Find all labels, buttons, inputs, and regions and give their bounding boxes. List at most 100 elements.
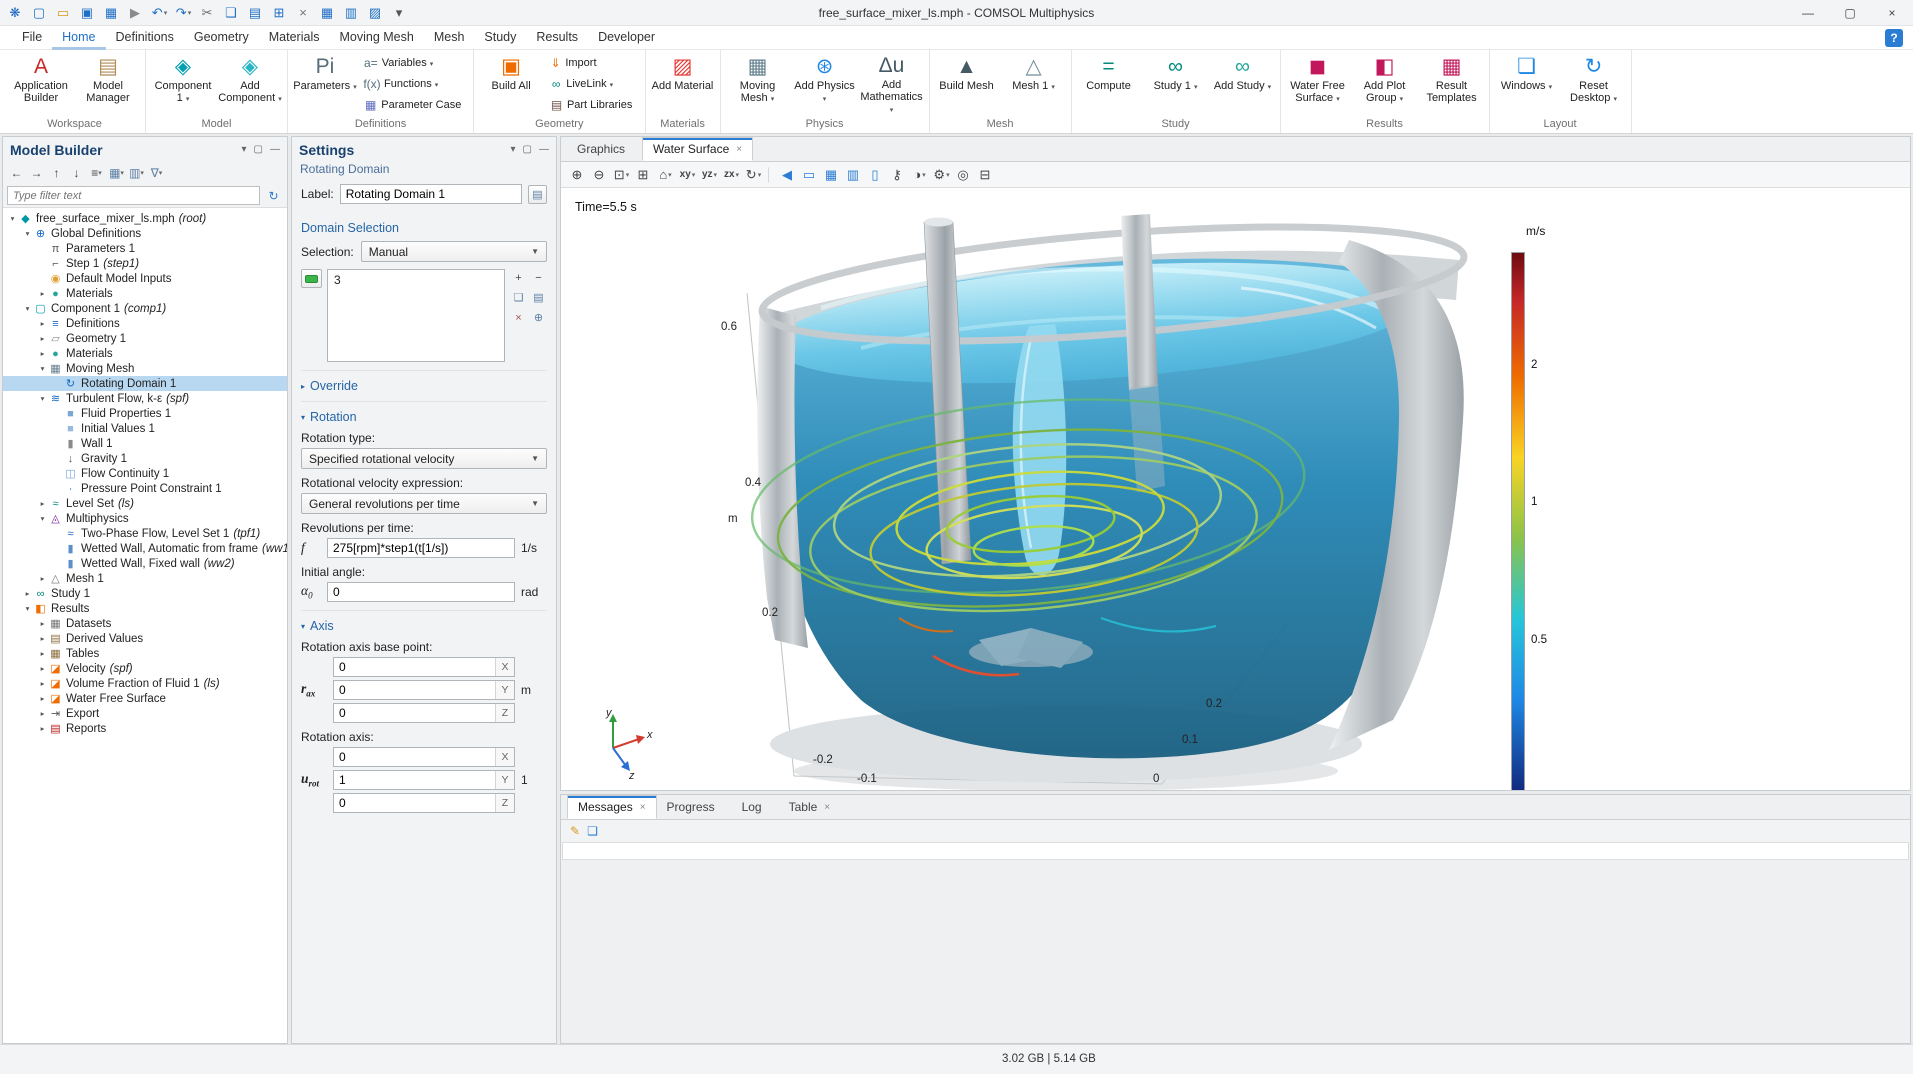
ribbon-button[interactable]: ◈ Component 1 ▾ <box>151 52 215 116</box>
tree-expander-icon[interactable]: ▸ <box>37 649 48 658</box>
graphics-tool[interactable]: ▦ <box>821 164 842 186</box>
tree-expander-icon[interactable]: ▾ <box>7 214 18 223</box>
titlebar-tool[interactable]: ▢ <box>28 2 51 24</box>
refresh-icon[interactable]: ↻ <box>264 186 283 205</box>
ribbon-button[interactable]: ▦ Moving Mesh ▾ <box>726 52 790 116</box>
revolutions-input[interactable] <box>327 538 515 558</box>
tree-item[interactable]: ▾ ≋ Turbulent Flow, k-ε (spf) <box>3 391 287 406</box>
ribbon-button[interactable]: ▲ Build Mesh <box>935 52 999 116</box>
tree-expander-icon[interactable]: ▸ <box>37 634 48 643</box>
messages-tool[interactable]: ✎ <box>570 824 580 838</box>
tree-expander-icon[interactable]: ▸ <box>37 499 48 508</box>
toolbar-button[interactable]: ▥▾ <box>127 164 146 183</box>
tree-item[interactable]: π Parameters 1 <box>3 241 287 256</box>
graphics-tool[interactable]: ↻▾ <box>743 164 764 186</box>
graphics-tool[interactable] <box>768 167 773 183</box>
panel-menu-icon[interactable]: ▾ <box>242 144 247 155</box>
tree-expander-icon[interactable]: ▸ <box>37 664 48 673</box>
tree-expander-icon[interactable]: ▸ <box>37 679 48 688</box>
titlebar-tool[interactable]: ✂ <box>196 2 219 24</box>
ribbon-button[interactable]: ∞ Add Study ▾ <box>1211 52 1275 116</box>
graphics-tool[interactable]: xy▾ <box>677 164 698 186</box>
tree-item[interactable]: ▾ ◬ Multiphysics <box>3 511 287 526</box>
tree-expander-icon[interactable]: ▸ <box>37 709 48 718</box>
selection-button[interactable]: + <box>510 269 527 286</box>
titlebar-tool[interactable]: × <box>292 2 315 24</box>
selection-listbox[interactable]: 3 <box>327 269 505 362</box>
toolbar-button[interactable]: ← <box>7 164 26 183</box>
float-panel-icon[interactable]: ▢ <box>254 144 263 155</box>
menu-item[interactable]: Materials <box>259 26 330 50</box>
tree-item[interactable]: ▾ ▦ Moving Mesh <box>3 361 287 376</box>
axis-header[interactable]: ▾ Axis <box>301 619 547 633</box>
menu-item[interactable]: File <box>12 26 52 50</box>
tree-item[interactable]: ▸ ∞ Study 1 <box>3 586 287 601</box>
tree-expander-icon[interactable]: ▸ <box>37 619 48 628</box>
titlebar-tool[interactable]: ▦ <box>100 2 123 24</box>
titlebar-tool[interactable]: ▭ <box>52 2 75 24</box>
ribbon-button[interactable]: ❏ Windows ▾ <box>1495 52 1559 116</box>
tree-item[interactable]: ▸ ▦ Tables <box>3 646 287 661</box>
tree-expander-icon[interactable]: ▾ <box>37 514 48 523</box>
help-icon[interactable]: ? <box>1885 29 1903 47</box>
titlebar-tool[interactable]: ❏ <box>220 2 243 24</box>
tree-item[interactable]: ↓ Gravity 1 <box>3 451 287 466</box>
ribbon-button[interactable]: △ Mesh 1 ▾ <box>1002 52 1066 116</box>
information-tab[interactable]: Log <box>732 795 779 819</box>
tree-item[interactable]: ▸ ◪ Water Free Surface <box>3 691 287 706</box>
tree-item[interactable]: ∙ Pressure Point Constraint 1 <box>3 481 287 496</box>
titlebar-tool[interactable]: ▶ <box>124 2 147 24</box>
selection-button[interactable]: ⊕ <box>530 309 547 326</box>
selection-button[interactable]: ▤ <box>530 289 547 306</box>
selection-list-icon[interactable]: ▤ <box>528 185 547 204</box>
graphics-tool[interactable]: ◀ <box>777 164 798 186</box>
toolbar-button[interactable]: ↓ <box>67 164 86 183</box>
tree-item[interactable]: ▸ ≡ Definitions <box>3 316 287 331</box>
tree-item[interactable]: ▸ ⇥ Export <box>3 706 287 721</box>
ribbon-button[interactable]: ▨ Add Material <box>651 52 715 116</box>
ribbon-button[interactable]: ⇓ Import <box>546 52 605 73</box>
toolbar-button[interactable]: ∇▾ <box>147 164 166 183</box>
selection-dropdown[interactable]: Manual ▼ <box>361 241 547 262</box>
tree-expander-icon[interactable]: ▸ <box>37 724 48 733</box>
ribbon-button[interactable]: a= Variables ▾ <box>360 52 440 73</box>
float-panel-icon[interactable]: ▢ <box>523 144 532 155</box>
titlebar-tool[interactable]: ▨ <box>364 2 387 24</box>
tree-expander-icon[interactable]: ▸ <box>37 334 48 343</box>
node-label-input[interactable] <box>340 184 522 204</box>
selection-list-item[interactable]: 3 <box>334 273 498 287</box>
graphics-tool[interactable]: ⌂▾ <box>655 164 676 186</box>
titlebar-tool[interactable]: ▾ <box>388 2 411 24</box>
tree-item[interactable]: ▸ ● Materials <box>3 286 287 301</box>
ribbon-button[interactable]: A Application Builder <box>9 52 73 116</box>
tree-expander-icon[interactable]: ▸ <box>37 694 48 703</box>
tree-item[interactable]: ▸ ≈ Level Set (ls) <box>3 496 287 511</box>
close-icon[interactable]: × <box>640 802 646 813</box>
tree-item[interactable]: ▸ ◪ Volume Fraction of Fluid 1 (ls) <box>3 676 287 691</box>
tree-item[interactable]: ▸ ◪ Velocity (spf) <box>3 661 287 676</box>
titlebar-tool[interactable]: ⊞ <box>268 2 291 24</box>
toolbar-button[interactable]: → <box>27 164 46 183</box>
menu-item[interactable]: Home <box>52 26 105 50</box>
tree-item[interactable]: ■ Fluid Properties 1 <box>3 406 287 421</box>
graphics-tool[interactable]: ⊡▾ <box>611 164 632 186</box>
titlebar-tool[interactable]: ▣ <box>76 2 99 24</box>
tree-expander-icon[interactable]: ▸ <box>37 349 48 358</box>
titlebar-tool[interactable]: ↶▾ <box>148 2 171 24</box>
titlebar-tool[interactable]: ▤ <box>244 2 267 24</box>
tree-expander-icon[interactable]: ▾ <box>22 604 33 613</box>
tree-expander-icon[interactable]: ▾ <box>22 304 33 313</box>
tree-item[interactable]: ◫ Flow Continuity 1 <box>3 466 287 481</box>
graphics-tool[interactable]: ◑▾ <box>909 164 930 186</box>
information-tab[interactable]: Messages × <box>567 795 657 819</box>
information-tab[interactable]: Table × <box>779 795 841 819</box>
tree-item[interactable]: ▮ Wetted Wall, Fixed wall (ww2) <box>3 556 287 571</box>
graphics-canvas[interactable]: Time=5.5 s m/s 210.5 0.60.4m0.2-0.2-0.10… <box>561 188 1910 790</box>
tree-expander-icon[interactable]: ▾ <box>22 229 33 238</box>
ribbon-button[interactable]: ⊛ Add Physics ▾ <box>793 52 857 116</box>
close-icon[interactable]: × <box>824 802 830 813</box>
graphics-tool[interactable]: ⚷ <box>887 164 908 186</box>
minimize-panel-icon[interactable]: — <box>539 144 549 155</box>
tree-item[interactable]: ≈ Two-Phase Flow, Level Set 1 (tpf1) <box>3 526 287 541</box>
panel-menu-icon[interactable]: ▾ <box>511 144 516 155</box>
